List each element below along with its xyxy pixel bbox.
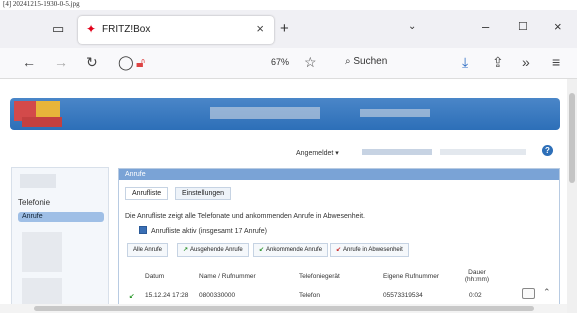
column-dauer[interactable]: Dauer (hh:mm)	[457, 269, 497, 283]
filter-ankommende[interactable]: ↙ Ankommende Anrufe	[253, 243, 329, 257]
tab-fritzbox[interactable]: ✦ FRITZ!Box ×	[78, 16, 274, 44]
window-close-icon[interactable]: ×	[554, 19, 562, 34]
missed-phone-icon: ↙	[336, 247, 342, 253]
forward-icon[interactable]: →	[54, 54, 68, 70]
reload-icon[interactable]: ↻	[86, 54, 98, 71]
scroll-thumb[interactable]	[34, 306, 534, 311]
zoom-level[interactable]: 67%	[271, 57, 289, 67]
minimize-icon[interactable]: –	[482, 19, 489, 34]
column-datum[interactable]: Datum	[145, 273, 164, 280]
bookmark-star-icon[interactable]: ☆	[304, 54, 317, 71]
back-icon[interactable]: ←	[22, 54, 36, 70]
tab-bar: ▭ ✦ FRITZ!Box × + ⌄ – ☐ ×	[0, 10, 577, 48]
filter-label: Ausgehende Anrufe	[190, 247, 243, 253]
close-tab-icon[interactable]: ×	[256, 21, 264, 36]
insecure-lock-icon[interactable]: 🔓︎	[136, 54, 145, 71]
blurred-region	[362, 149, 432, 155]
search-box[interactable]: ⌕ Suchen	[345, 56, 387, 67]
incoming-call-icon: ↙	[129, 293, 135, 300]
download-icon[interactable]: ⤓	[462, 54, 468, 71]
checkbox-label: Anrufliste aktiv (insgesamt 17 Anrufe)	[151, 228, 267, 235]
row-duration: 0:02	[469, 292, 482, 299]
tab-title: FRITZ!Box	[102, 24, 151, 35]
blurred-region	[20, 174, 56, 188]
maximize-icon[interactable]: ☐	[518, 20, 528, 33]
row-name: 0800330000	[199, 292, 236, 299]
search-label: Suchen	[353, 56, 388, 67]
share-icon[interactable]: ⇪	[492, 54, 504, 71]
filter-label: Anrufe in Abwesenheit	[343, 247, 403, 253]
blurred-region	[22, 232, 62, 272]
outgoing-phone-icon: ↗	[183, 247, 189, 253]
navigation-bar: ← → ↻ ◯ 🔓︎ 67% ☆ ⌕ Suchen ⤓ ⇪ » ≡	[0, 48, 577, 79]
list-tabs-icon[interactable]: ⌄	[408, 21, 416, 32]
vertical-scrollbar[interactable]	[567, 79, 577, 313]
filter-label: Alle Anrufe	[133, 247, 163, 253]
menu-icon[interactable]: ≡	[552, 54, 560, 70]
more-tools-icon[interactable]: »	[522, 54, 530, 70]
anrufliste-aktiv-checkbox[interactable]: Anrufliste aktiv (insgesamt 17 Anrufe)	[139, 226, 267, 235]
filter-label: Ankommende Anrufe	[266, 247, 323, 253]
scroll-thumb[interactable]	[569, 93, 575, 183]
nav-telefonie[interactable]: Telefonie	[18, 198, 50, 207]
scroll-up-icon[interactable]: ⌃	[543, 287, 551, 298]
blurred-region	[440, 149, 526, 155]
tab-anrufliste[interactable]: Anrufliste	[125, 187, 169, 200]
image-caption: [4] 20241215-1930-0-5.jpg	[3, 0, 80, 8]
horizontal-scrollbar[interactable]	[0, 304, 567, 313]
browser-window: ▭ ✦ FRITZ!Box × + ⌄ – ☐ × ← → ↻ ◯ 🔓︎ 67%…	[0, 10, 577, 313]
filter-ausgehende[interactable]: ↗ Ausgehende Anrufe	[177, 243, 249, 257]
row-own-number: 05573319534	[383, 292, 423, 299]
web-page: Angemeldet ▾ ? Telefonie Anrufe Anrufe A…	[0, 79, 567, 313]
column-geraet[interactable]: Telefoniegerät	[299, 273, 340, 280]
phonebook-icon[interactable]	[522, 288, 535, 299]
user-menu[interactable]: Angemeldet ▾	[296, 149, 339, 157]
filter-alle-anrufe[interactable]: Alle Anrufe	[127, 243, 169, 257]
checkbox-box[interactable]	[139, 226, 147, 234]
fritzbox-favicon-icon: ✦	[86, 22, 97, 36]
anrufe-panel: Anrufe Anrufliste Einstellungen Die Anru…	[118, 168, 560, 313]
tab-overview-icon[interactable]: ▭	[52, 21, 64, 37]
incoming-phone-icon: ↙	[259, 247, 265, 253]
blurred-region	[360, 109, 430, 117]
help-icon[interactable]: ?	[542, 145, 553, 156]
left-navigation: Telefonie Anrufe	[11, 167, 109, 313]
nav-anrufe[interactable]: Anrufe	[18, 212, 104, 222]
row-device: Telefon	[299, 292, 320, 299]
new-tab-icon[interactable]: +	[280, 20, 289, 37]
panel-title: Anrufe	[119, 169, 559, 180]
logo-block	[22, 117, 62, 127]
column-eigene-rufnummer[interactable]: Eigene Rufnummer	[383, 273, 439, 280]
shield-icon[interactable]: ◯	[118, 54, 134, 71]
filter-abwesenheit[interactable]: ↙ Anrufe in Abwesenheit	[330, 243, 409, 257]
row-date: 15.12.24 17:28	[145, 292, 189, 299]
blurred-region	[210, 107, 320, 119]
column-name[interactable]: Name / Rufnummer	[199, 273, 256, 280]
panel-description: Die Anrufliste zeigt alle Telefonate und…	[125, 213, 365, 220]
tab-einstellungen[interactable]: Einstellungen	[175, 187, 232, 200]
